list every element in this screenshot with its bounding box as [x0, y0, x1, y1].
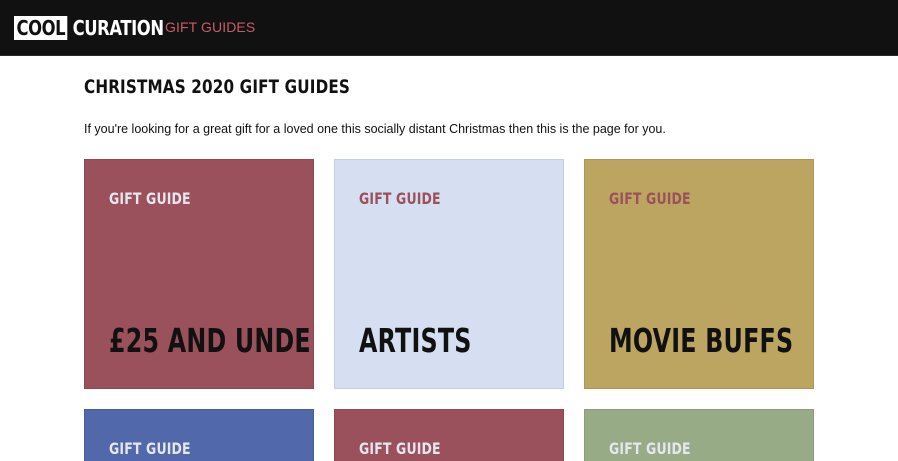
intro-text: If you're looking for a great gift for a…	[84, 122, 666, 136]
card-kicker: GIFT GUIDE	[359, 189, 441, 208]
card-title: ARTISTS	[359, 321, 472, 360]
card-kicker: GIFT GUIDE	[359, 439, 441, 458]
card-kicker: GIFT GUIDE	[109, 189, 191, 208]
card-title: £25 AND UNDER	[109, 321, 314, 360]
gift-guide-card[interactable]: GIFT GUIDE	[84, 409, 314, 461]
card-kicker: GIFT GUIDE	[609, 189, 691, 208]
top-navbar: COOL CURATION GIFT GUIDES	[0, 0, 898, 56]
gift-guide-card[interactable]: GIFT GUIDE	[584, 409, 814, 461]
gift-guide-card[interactable]: GIFT GUIDE	[334, 409, 564, 461]
nav-link-gift-guides[interactable]: GIFT GUIDES	[165, 19, 255, 35]
card-kicker: GIFT GUIDE	[609, 439, 691, 458]
logo-rest-text: CURATION	[72, 16, 164, 40]
gift-guide-card[interactable]: GIFT GUIDE £25 AND UNDER	[84, 159, 314, 389]
gift-guide-card[interactable]: GIFT GUIDE MOVIE BUFFS	[584, 159, 814, 389]
card-title: MOVIE BUFFS	[609, 321, 794, 360]
gift-guide-card[interactable]: GIFT GUIDE ARTISTS	[334, 159, 564, 389]
logo-box-text: COOL	[14, 16, 68, 40]
page-title: CHRISTMAS 2020 GIFT GUIDES	[84, 76, 351, 98]
card-kicker: GIFT GUIDE	[109, 439, 191, 458]
site-logo[interactable]: COOL CURATION	[14, 15, 164, 41]
